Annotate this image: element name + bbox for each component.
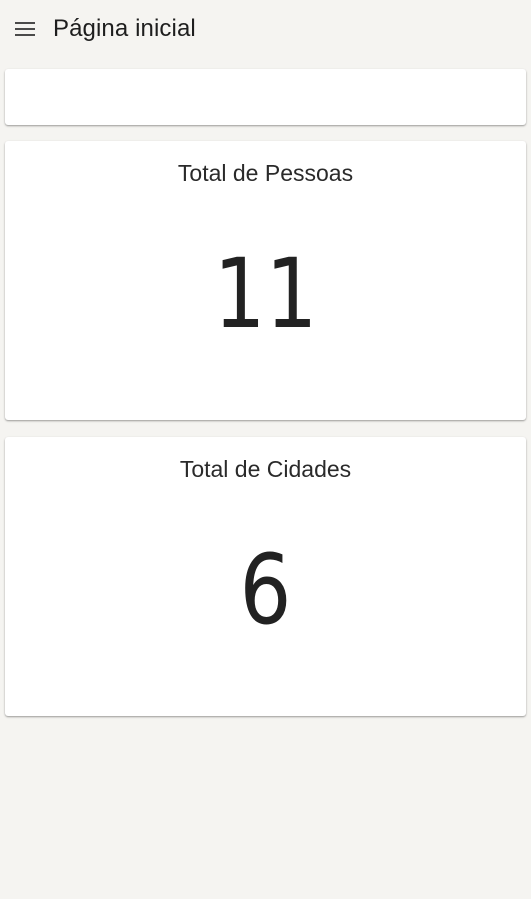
total-cidades-card: Total de Cidades 6 bbox=[5, 437, 526, 716]
total-pessoas-card: Total de Pessoas 11 bbox=[5, 141, 526, 420]
card-title: Total de Pessoas bbox=[177, 160, 354, 186]
card-value: 11 bbox=[213, 238, 318, 350]
app-bar: Página inicial bbox=[0, 0, 531, 58]
page-title: Página inicial bbox=[53, 15, 196, 42]
menu-button[interactable] bbox=[10, 15, 40, 43]
empty-card bbox=[5, 69, 526, 125]
card-value: 6 bbox=[239, 534, 292, 646]
card-title: Total de Cidades bbox=[179, 456, 352, 482]
menu-icon bbox=[15, 22, 35, 36]
